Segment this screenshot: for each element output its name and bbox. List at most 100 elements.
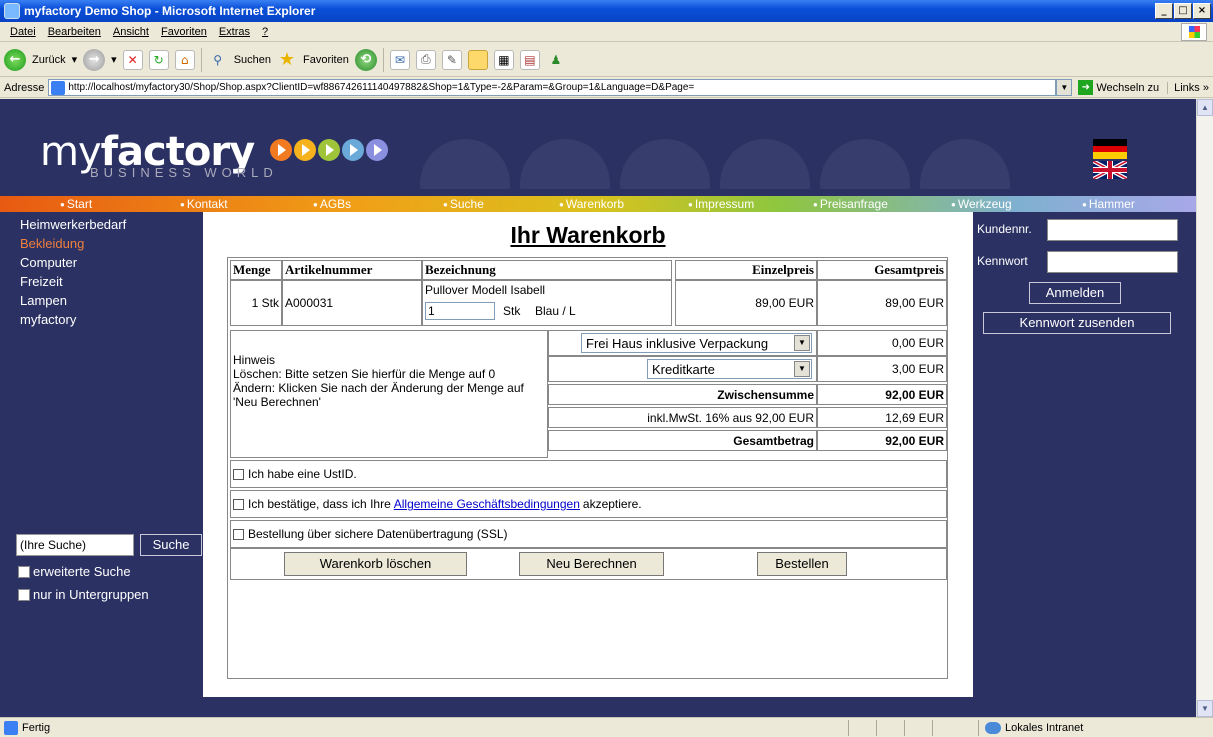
nav-start[interactable]: Start: [60, 196, 92, 212]
research-icon[interactable]: ▤: [519, 49, 540, 70]
nav-suche[interactable]: Suche: [443, 196, 484, 212]
favorites-star-icon[interactable]: ★: [277, 49, 297, 70]
search-button[interactable]: Suchen: [234, 54, 271, 66]
uk-flag-icon[interactable]: [1093, 161, 1127, 179]
go-button[interactable]: ➜ Wechseln zu: [1078, 80, 1159, 95]
folder-icon[interactable]: [467, 49, 488, 70]
payment-cell: Kreditkarte ▼: [548, 356, 817, 382]
terms-text-before: Ich bestätige, dass ich Ihre: [248, 497, 391, 511]
stop-icon[interactable]: ✕: [122, 49, 143, 70]
ssl-checkbox[interactable]: [233, 528, 244, 540]
menu-extras[interactable]: Extras: [213, 26, 256, 38]
forward-dropdown-icon[interactable]: ▾: [111, 53, 117, 66]
menu-bar: Datei Bearbeiten Ansicht Favoriten Extra…: [0, 22, 1213, 42]
menu-datei[interactable]: Datei: [4, 26, 42, 38]
subgroups-checkbox[interactable]: [18, 588, 30, 601]
header-article-number: Artikelnummer: [282, 260, 422, 280]
back-button[interactable]: Zurück: [32, 54, 66, 66]
nav-agbs[interactable]: AGBs: [313, 196, 351, 212]
login-button[interactable]: Anmelden: [1029, 282, 1121, 304]
password-label: Kennwort: [977, 254, 1028, 268]
search-submit-button[interactable]: Suche: [140, 534, 202, 556]
history-icon[interactable]: ⟲: [354, 48, 377, 71]
back-dropdown-icon[interactable]: ▾: [72, 53, 78, 66]
cart-content: Ihr Warenkorb Menge Artikelnummer Bezeic…: [203, 212, 973, 697]
recalculate-button[interactable]: Neu Berechnen: [519, 552, 664, 576]
page-done-icon: [4, 720, 18, 735]
nav-impressum[interactable]: Impressum: [688, 196, 754, 212]
payment-select[interactable]: Kreditkarte ▼: [647, 359, 812, 379]
item-quantity-input[interactable]: 1: [425, 302, 495, 320]
security-zone: Lokales Intranet: [978, 720, 1198, 736]
forward-arrow-icon[interactable]: →: [83, 48, 106, 71]
item-article-number: A000031: [282, 280, 422, 326]
search-icon[interactable]: ⚲: [208, 50, 228, 70]
menu-help[interactable]: ?: [256, 26, 274, 38]
password-input[interactable]: [1047, 251, 1178, 273]
category-lampen[interactable]: Lampen: [0, 291, 203, 310]
item-description-cell: Pullover Modell Isabell 1 Stk Blau / L: [422, 280, 672, 326]
scroll-down-icon[interactable]: ▼: [1197, 700, 1213, 717]
favorites-button[interactable]: Favoriten: [303, 54, 349, 66]
menu-bearbeiten[interactable]: Bearbeiten: [42, 26, 107, 38]
search-input[interactable]: (Ihre Suche): [16, 534, 134, 556]
links-toolbar[interactable]: Links »: [1167, 81, 1209, 94]
category-myfactory[interactable]: myfactory: [0, 310, 203, 329]
status-bar: Fertig Lokales Intranet: [0, 717, 1213, 737]
address-dropdown-icon[interactable]: ▼: [1056, 79, 1073, 96]
refresh-icon[interactable]: ↻: [148, 49, 169, 70]
german-flag-icon[interactable]: [1093, 139, 1127, 159]
customer-number-input[interactable]: [1047, 219, 1178, 241]
login-sidebar: Kundennr. Kennwort Anmelden Kennwort zus…: [973, 212, 1196, 717]
links-label: Links: [1174, 81, 1200, 94]
nav-preisanfrage[interactable]: Preisanfrage: [813, 196, 888, 212]
nav-werkzeug[interactable]: Werkzeug: [951, 196, 1012, 212]
back-arrow-icon[interactable]: ←: [4, 48, 26, 71]
status-panel: [876, 720, 904, 736]
main-navigation: Start Kontakt AGBs Suche Warenkorb Impre…: [0, 196, 1196, 212]
extended-search-option[interactable]: erweiterte Suche: [18, 564, 131, 579]
header-unit-price: Einzelpreis: [675, 260, 817, 280]
menu-ansicht[interactable]: Ansicht: [107, 26, 155, 38]
edit-icon[interactable]: ✎: [441, 49, 462, 70]
status-panel: [848, 720, 876, 736]
terms-link[interactable]: Allgemeine Geschäftsbedingungen: [394, 497, 580, 511]
nav-warenkorb[interactable]: Warenkorb: [559, 196, 624, 212]
shipping-select[interactable]: Frei Haus inklusive Verpackung ▼: [581, 333, 812, 353]
minimize-button[interactable]: _: [1155, 3, 1173, 19]
extended-search-checkbox[interactable]: [18, 565, 30, 578]
close-button[interactable]: ×: [1193, 3, 1211, 19]
menu-favoriten[interactable]: Favoriten: [155, 26, 213, 38]
maximize-button[interactable]: □: [1174, 3, 1192, 19]
window-title: myfactory Demo Shop - Microsoft Internet…: [24, 4, 316, 18]
order-button[interactable]: Bestellen: [757, 552, 847, 576]
category-freizeit[interactable]: Freizeit: [0, 272, 203, 291]
ustid-checkbox[interactable]: [233, 468, 244, 480]
calculator-icon[interactable]: ▦: [493, 49, 514, 70]
terms-checkbox[interactable]: [233, 498, 244, 510]
send-password-button[interactable]: Kennwort zusenden: [983, 312, 1171, 334]
print-icon[interactable]: ⎙: [415, 49, 436, 70]
ustid-label: Ich habe eine UstID.: [248, 467, 357, 481]
ustid-option[interactable]: Ich habe eine UstID.: [230, 460, 947, 488]
category-heimwerkerbedarf[interactable]: Heimwerkerbedarf: [0, 215, 203, 234]
clear-cart-button[interactable]: Warenkorb löschen: [284, 552, 467, 576]
terms-text-after: akzeptiere.: [582, 497, 642, 511]
nav-hammer[interactable]: Hammer: [1082, 196, 1135, 212]
category-bekleidung[interactable]: Bekleidung: [0, 234, 203, 253]
ssl-option[interactable]: Bestellung über sichere Datenübertragung…: [230, 520, 947, 548]
scroll-up-icon[interactable]: ▲: [1197, 99, 1213, 116]
home-icon[interactable]: ⌂: [174, 49, 195, 70]
subgroups-option[interactable]: nur in Untergruppen: [18, 587, 149, 602]
dropdown-arrow-icon: ▼: [794, 335, 810, 351]
messenger-icon[interactable]: ♟: [546, 50, 566, 70]
mail-icon[interactable]: ✉: [389, 49, 410, 70]
address-input[interactable]: http://localhost/myfactory30/Shop/Shop.a…: [48, 79, 1057, 96]
customer-number-label: Kundennr.: [977, 222, 1032, 236]
header-decoration: [520, 139, 610, 189]
terms-option[interactable]: Ich bestätige, dass ich Ihre Allgemeine …: [230, 490, 947, 518]
nav-kontakt[interactable]: Kontakt: [180, 196, 228, 212]
item-name: Pullover Modell Isabell: [425, 283, 546, 297]
category-computer[interactable]: Computer: [0, 253, 203, 272]
vertical-scrollbar[interactable]: ▲ ▼: [1196, 99, 1213, 717]
